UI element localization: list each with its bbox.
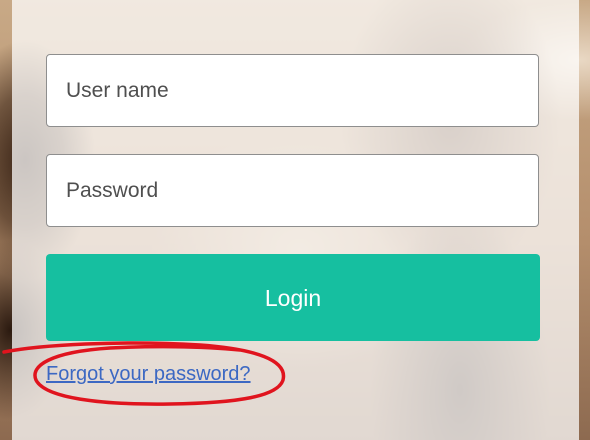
- forgot-password-link[interactable]: Forgot your password?: [46, 363, 251, 386]
- login-button[interactable]: Login: [46, 254, 540, 341]
- login-screen: Login Forgot your password?: [0, 0, 590, 440]
- username-input[interactable]: [46, 54, 539, 127]
- password-input[interactable]: [46, 154, 539, 227]
